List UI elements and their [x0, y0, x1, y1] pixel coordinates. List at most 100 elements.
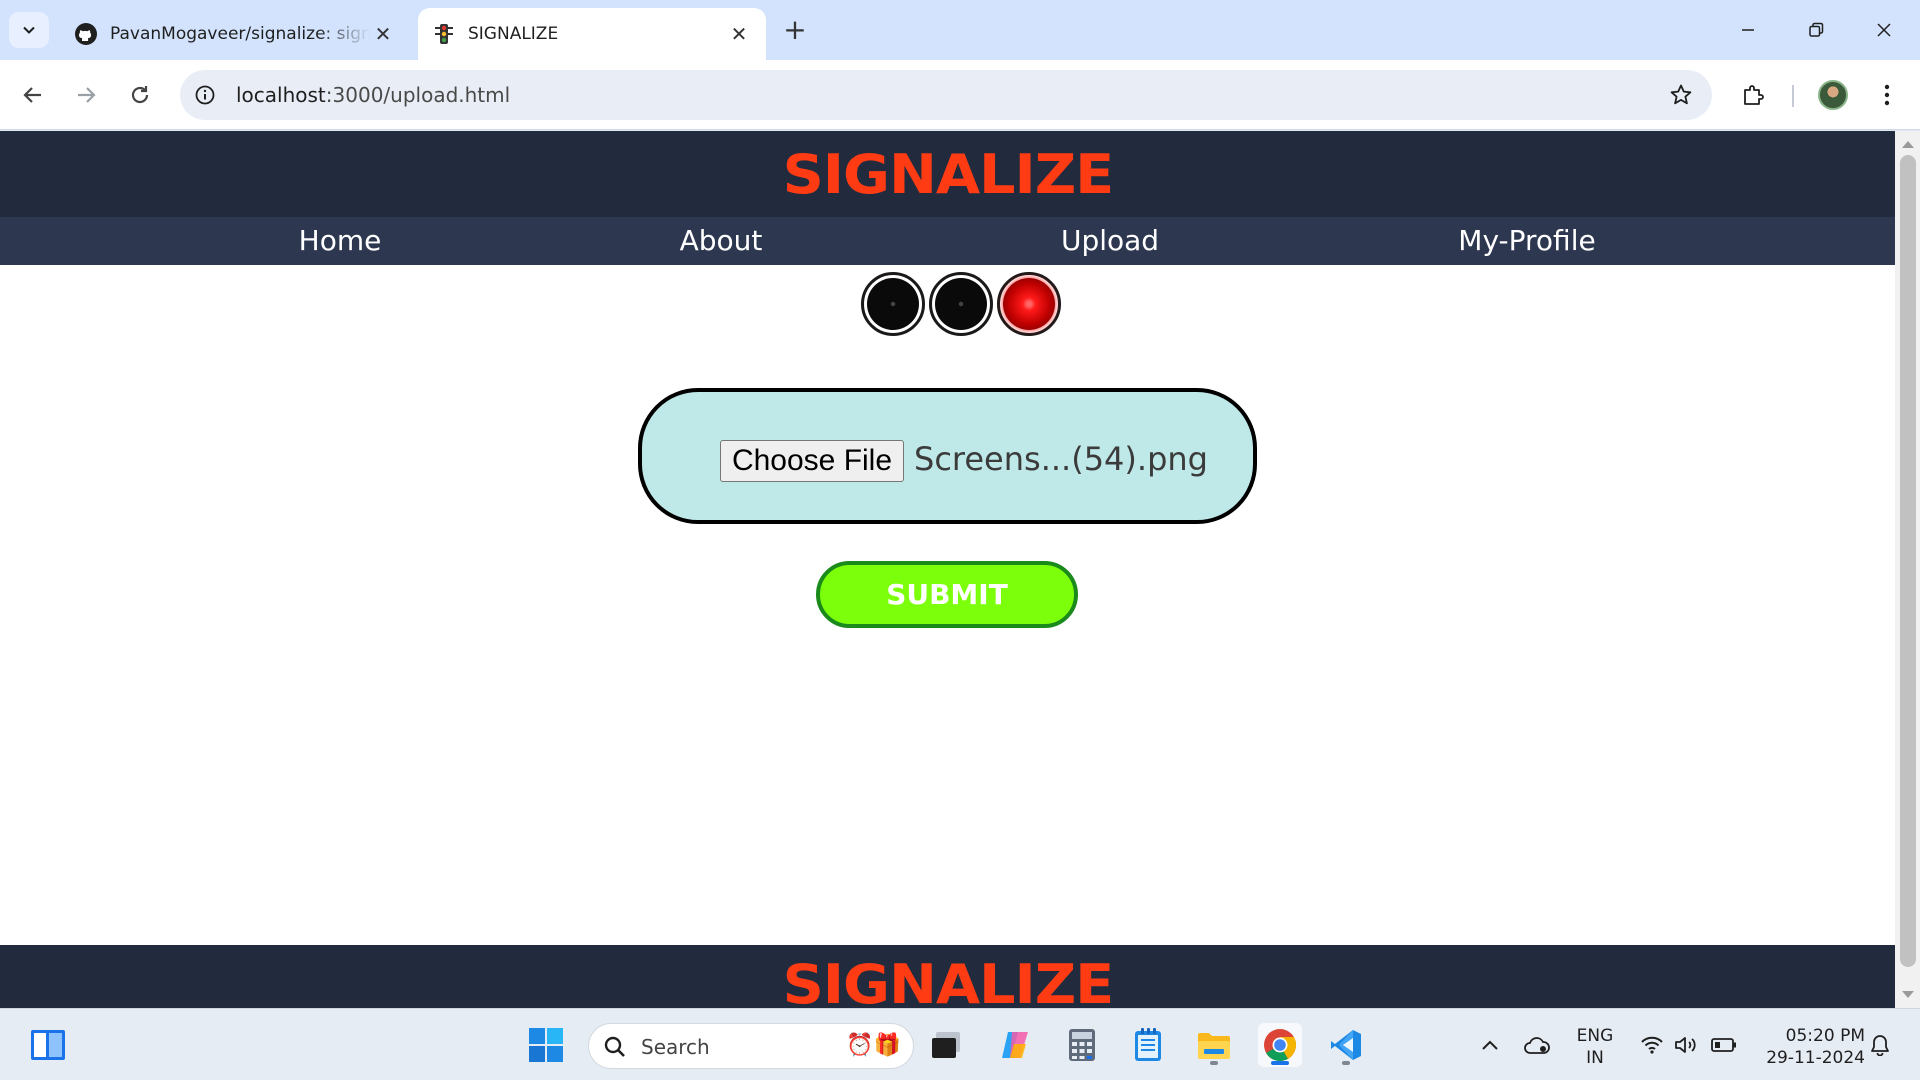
profile-avatar[interactable] [1818, 80, 1848, 110]
bookmark-star-icon[interactable] [1668, 82, 1694, 108]
scroll-down-arrow-icon[interactable] [1902, 991, 1914, 998]
signal-light-1 [861, 272, 925, 336]
minimize-icon [1742, 29, 1754, 31]
restore-icon [1809, 22, 1824, 37]
tab-github[interactable]: PavanMogaveer/signalize: signa ✕ [60, 8, 410, 60]
search-icon [604, 1036, 625, 1057]
start-button[interactable] [524, 1023, 568, 1067]
chrome-icon [1264, 1029, 1297, 1062]
signal-lamp-off [867, 278, 919, 330]
signal-lamp-red [1003, 278, 1055, 330]
minimize-button[interactable] [1726, 10, 1770, 50]
calculator-icon [1069, 1029, 1095, 1061]
task-view-icon [932, 1032, 960, 1058]
back-button[interactable] [14, 76, 52, 114]
reload-button[interactable] [121, 76, 159, 114]
battery-icon [1711, 1038, 1736, 1052]
url-path: :3000/upload.html [325, 83, 511, 107]
site-footer: SIGNALIZE [0, 945, 1895, 1008]
wifi-tray-icon[interactable] [1638, 1023, 1666, 1067]
close-icon [1877, 23, 1891, 37]
restore-button[interactable] [1794, 10, 1838, 50]
volume-tray-icon[interactable] [1672, 1023, 1700, 1067]
windows-taskbar: Search ⏰🎁 ENG IN 05:20 PM 29-11-2024 [0, 1008, 1920, 1080]
show-hidden-icons-button[interactable] [1478, 1023, 1502, 1067]
page-viewport: SIGNALIZE Home About Upload My-Profile C… [0, 131, 1895, 1008]
extensions-button[interactable] [1734, 76, 1772, 114]
chevron-down-icon [23, 26, 35, 34]
tab-search-button[interactable] [9, 12, 49, 48]
notepad-icon [1135, 1028, 1161, 1061]
upload-form: Choose File Screens...(54).png [638, 388, 1257, 524]
footer-logo: SIGNALIZE [782, 953, 1114, 1008]
toolbar-divider [1792, 85, 1794, 107]
notifications-button[interactable] [1866, 1023, 1894, 1067]
tab-signalize[interactable]: SIGNALIZE ✕ [418, 8, 766, 60]
close-window-button[interactable] [1862, 10, 1906, 50]
language-code: ENG [1576, 1026, 1614, 1046]
signal-light-3 [997, 272, 1061, 336]
signal-light-2 [929, 272, 993, 336]
search-placeholder: Search [641, 1035, 710, 1059]
browser-tab-strip: PavanMogaveer/signalize: signa ✕ SIGNALI… [0, 0, 1920, 60]
battery-tray-icon[interactable] [1710, 1023, 1738, 1067]
running-indicator [1342, 1061, 1350, 1065]
more-vertical-icon [1884, 84, 1890, 106]
traffic-light-icon [432, 22, 456, 46]
tab-title: SIGNALIZE [468, 24, 559, 44]
nav-my-profile[interactable]: My-Profile [1458, 217, 1595, 265]
chrome-button[interactable] [1258, 1023, 1302, 1067]
copilot-icon [1002, 1032, 1028, 1058]
scroll-thumb[interactable] [1900, 155, 1916, 967]
search-highlight-icon: ⏰🎁 [846, 1033, 901, 1058]
task-view-button[interactable] [924, 1023, 968, 1067]
signal-lamp-off [935, 278, 987, 330]
widgets-button[interactable] [26, 1023, 70, 1067]
site-nav: Home About Upload My-Profile [0, 217, 1895, 265]
page-scrollbar[interactable] [1895, 131, 1920, 1008]
widgets-icon [31, 1030, 65, 1060]
taskbar-search[interactable]: Search ⏰🎁 [588, 1023, 914, 1069]
vscode-button[interactable] [1324, 1023, 1368, 1067]
new-tab-button[interactable]: + [780, 13, 810, 46]
copilot-button[interactable] [993, 1023, 1037, 1067]
submit-button[interactable]: SUBMIT [816, 561, 1078, 628]
back-arrow-icon [23, 87, 41, 103]
url-host: localhost [236, 83, 326, 107]
address-bar[interactable]: localhost:3000/upload.html [180, 70, 1712, 120]
forward-arrow-icon [78, 87, 96, 103]
notepad-button[interactable] [1126, 1023, 1170, 1067]
region-code: IN [1586, 1048, 1604, 1068]
nav-about[interactable]: About [680, 217, 763, 265]
nav-home[interactable]: Home [299, 217, 382, 265]
clock-time: 05:20 PM [1785, 1026, 1865, 1046]
choose-file-button[interactable]: Choose File [720, 440, 904, 482]
cloud-icon [1524, 1037, 1550, 1054]
forward-button[interactable] [67, 76, 105, 114]
github-icon [74, 22, 98, 46]
close-tab-icon[interactable]: ✕ [726, 21, 752, 47]
site-logo: SIGNALIZE [782, 142, 1114, 206]
system-clock[interactable]: 05:20 PM 29-11-2024 [1755, 1025, 1865, 1069]
scroll-up-arrow-icon[interactable] [1902, 141, 1914, 148]
screen: PavanMogaveer/signalize: signa ✕ SIGNALI… [0, 0, 1920, 1080]
reload-icon [131, 86, 149, 104]
start-icon [529, 1028, 563, 1062]
chevron-up-icon [1482, 1040, 1498, 1050]
onedrive-tray-icon[interactable] [1522, 1023, 1552, 1067]
file-explorer-button[interactable] [1192, 1023, 1236, 1067]
calculator-button[interactable] [1060, 1023, 1104, 1067]
file-explorer-icon [1198, 1033, 1230, 1059]
speaker-icon [1675, 1037, 1696, 1053]
puzzle-icon [1744, 85, 1764, 105]
nav-upload[interactable]: Upload [1061, 217, 1159, 265]
close-tab-icon[interactable]: ✕ [370, 21, 396, 47]
menu-button[interactable] [1868, 76, 1906, 114]
selected-file-name: Screens...(54).png [914, 440, 1208, 478]
clock-date: 29-11-2024 [1766, 1048, 1865, 1068]
wifi-icon [1641, 1036, 1663, 1054]
input-language[interactable]: ENG IN [1574, 1025, 1616, 1069]
site-info-icon[interactable] [192, 82, 218, 108]
site-header: SIGNALIZE [0, 131, 1895, 217]
url-text: localhost:3000/upload.html [236, 83, 510, 107]
